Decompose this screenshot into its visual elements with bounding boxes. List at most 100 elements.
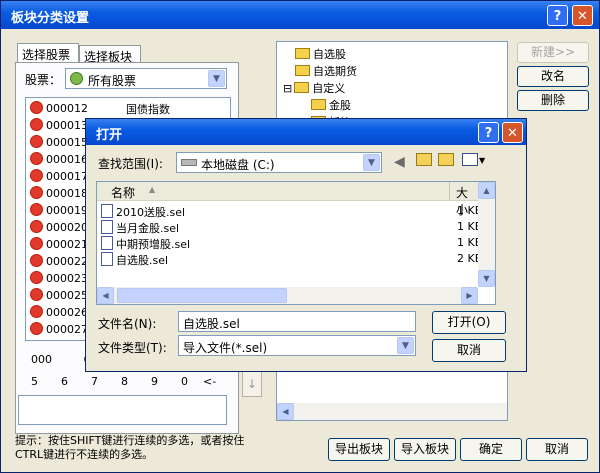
sort-asc-icon: ▲ [149,185,156,194]
stock-code: 000017 [46,170,88,183]
lookin-label: 查找范围(I): [98,157,163,171]
stock-row[interactable]: 000023 [30,271,88,288]
chevron-down-icon[interactable]: ▼ [208,70,225,87]
stock-row[interactable]: 000013 [30,118,88,135]
export-sector-button[interactable]: 导出板块 [328,438,390,461]
window-title-bar[interactable]: 板块分类设置 ? ✕ [1,1,599,29]
tab-select-sector[interactable]: 选择板块 [79,45,141,64]
stock-code: 000025 [46,289,88,302]
scroll-up-icon[interactable]: ▲ [478,182,495,199]
view-dropdown-icon[interactable]: ▼ [479,156,485,165]
tree-horizontal-scrollbar[interactable]: ◀ [277,403,507,420]
stock-row[interactable]: 000018 [30,186,88,203]
stock-row[interactable]: 000019 [30,203,88,220]
stock-row[interactable]: 000021 [30,237,88,254]
stock-code: 000027 [46,323,88,336]
file-name: 2010送股.sel [116,206,186,219]
dialog-cancel-button[interactable]: 取消 [432,339,506,362]
file-row[interactable]: 自选股.sel 2 KB [101,252,482,269]
file-list[interactable]: 名称 ▲ 大小 2010送股.sel 1 KB 当月金股.sel 1 KB 中期预增股.… [96,181,496,305]
column-divider [449,182,450,200]
rename-button[interactable]: 改名 [517,66,589,87]
stock-icon [30,118,43,131]
envelope-icon [295,65,310,76]
tree-item[interactable]: 金股 [311,97,351,114]
tree-item[interactable]: 自选股 [295,46,346,63]
window-title: 板块分类设置 [11,11,90,26]
file-name: 自选股.sel [116,254,169,267]
keypad-key-000[interactable]: 000 [31,353,52,366]
drive-icon [181,159,197,166]
stock-row[interactable]: 000020 [30,220,88,237]
dialog-close-button[interactable]: ✕ [502,122,523,143]
stock-row[interactable]: 000022 [30,254,88,271]
keypad-key-backspace[interactable]: <- [203,375,223,388]
collapse-icon[interactable]: ⊟ [283,82,292,95]
stock-code: 000015 [46,136,88,149]
stock-row[interactable]: 000027 [30,322,88,339]
file-list-horizontal-scrollbar[interactable]: ◀ ▶ [97,287,478,304]
tree-item[interactable]: ⊟ 自定义 [283,80,345,97]
keypad-key-7[interactable]: 7 [91,375,121,388]
file-name: 中期预增股.sel [116,238,191,251]
horizontal-scroll-thumb[interactable] [117,288,287,303]
file-row[interactable]: 2010送股.sel 1 KB [101,204,482,221]
tree-item[interactable]: 自选期货 [295,63,357,80]
stock-row[interactable]: 000016 [30,152,88,169]
stock-filter-combo[interactable]: 所有股票 ▼ [65,68,227,89]
tree-item-label: 自选股 [313,48,346,61]
new-sector-button[interactable]: 新建>> [517,42,589,63]
stock-row[interactable]: 000025 [30,288,88,305]
scroll-left-icon[interactable]: ◀ [97,287,114,304]
filetype-combo[interactable]: 导入文件(*.sel) ▼ [178,335,416,356]
stock-row[interactable]: 000026 [30,305,88,322]
code-input[interactable] [18,395,227,425]
file-row[interactable]: 当月金股.sel 1 KB [101,220,482,237]
stock-icon [30,203,43,216]
keypad-key-9[interactable]: 9 [151,375,181,388]
delete-button[interactable]: 删除 [517,90,589,111]
new-folder-icon[interactable] [438,153,454,166]
back-icon[interactable]: ◀ [394,154,405,170]
import-sector-button[interactable]: 导入板块 [394,438,456,461]
file-row[interactable]: 中期预增股.sel 1 KB [101,236,482,253]
sector-settings-window: 板块分类设置 ? ✕ 选择股票 选择板块 股票： 所有股票 ▼ 000012 国债… [0,0,600,473]
stock-name: 国债指数 [126,103,170,116]
help-button[interactable]: ? [547,5,568,26]
file-icon [101,204,113,218]
scroll-down-icon[interactable]: ▼ [478,270,495,287]
keypad-key-0[interactable]: 0 [181,375,203,388]
view-menu-icon[interactable] [462,153,478,166]
stock-code: 000012 [46,102,88,115]
keypad-key-8[interactable]: 8 [121,375,151,388]
scroll-left-icon[interactable]: ◀ [277,403,294,420]
chevron-down-icon[interactable]: ▼ [397,337,414,354]
chevron-down-icon[interactable]: ▼ [363,154,380,171]
stock-icon [30,254,43,267]
keypad-key-6[interactable]: 6 [61,375,91,388]
dialog-help-button[interactable]: ? [478,122,499,143]
stock-icon [30,169,43,182]
stock-row[interactable]: 000015 [30,135,88,152]
stock-icon [30,271,43,284]
up-folder-icon[interactable] [416,153,432,166]
close-button[interactable]: ✕ [572,5,593,26]
ok-button[interactable]: 确定 [460,438,522,461]
lookin-combo[interactable]: 本地磁盘 (C:) ▼ [176,152,382,173]
cancel-button[interactable]: 取消 [526,438,588,461]
file-list-vertical-scrollbar[interactable]: ▲ ▼ [478,182,495,287]
scroll-right-icon[interactable]: ▶ [461,287,478,304]
keypad-key-5[interactable]: 5 [31,375,61,388]
stock-row[interactable]: 000012 国债指数 [30,101,170,118]
stock-label: 股票： [25,73,62,87]
column-name[interactable]: 名称 [111,184,135,201]
dialog-title-bar[interactable]: 打开 ? ✕ [86,119,526,145]
stock-row[interactable]: 000017 [30,169,88,186]
stock-icon [30,237,43,250]
keypad-row-2: 5 6 7 8 9 0 <- [31,375,223,388]
filename-input[interactable]: 自选股.sel [178,311,416,332]
tab-select-stock[interactable]: 选择股票 [17,43,79,63]
move-down-button[interactable]: ↓ [242,371,262,397]
stock-code: 000018 [46,187,88,200]
open-button[interactable]: 打开(O) [432,311,506,334]
